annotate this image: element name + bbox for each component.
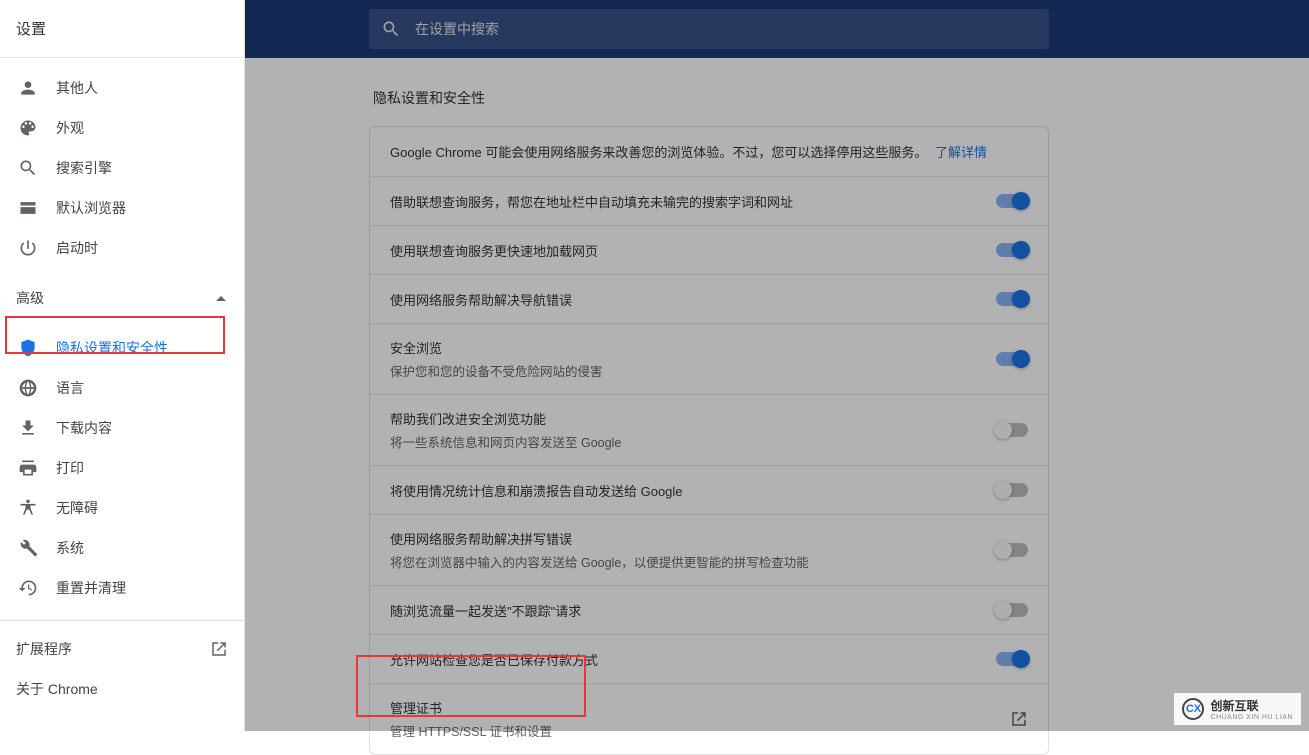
shield-icon xyxy=(16,336,40,360)
row-title: Google Chrome 可能会使用网络服务来改善您的浏览体验。不过，您可以选… xyxy=(390,145,927,160)
sidebar-item-accessibility[interactable]: 无障碍 xyxy=(0,488,244,528)
sidebar-item-label: 隐私设置和安全性 xyxy=(56,338,168,358)
sidebar-item-label: 启动时 xyxy=(56,238,98,258)
sidebar-item-label: 默认浏览器 xyxy=(56,198,126,218)
row-spellcheck[interactable]: 使用网络服务帮助解决拼写错误 将您在浏览器中输入的内容发送给 Google，以便… xyxy=(370,514,1048,585)
row-title: 使用联想查询服务更快速地加载网页 xyxy=(390,241,976,260)
sidebar-item-language[interactable]: 语言 xyxy=(0,368,244,408)
sidebar-divider xyxy=(0,620,244,621)
row-title: 帮助我们改进安全浏览功能 xyxy=(390,409,976,428)
search-input[interactable] xyxy=(415,21,1037,37)
toggle-switch[interactable] xyxy=(996,352,1028,366)
row-autocomplete[interactable]: 借助联想查询服务，帮您在地址栏中自动填充未输完的搜索字词和网址 xyxy=(370,176,1048,225)
row-title: 使用网络服务帮助解决拼写错误 xyxy=(390,529,976,548)
row-subtitle: 将您在浏览器中输入的内容发送给 Google，以便提供更智能的拼写检查功能 xyxy=(390,552,976,571)
row-safe-browsing[interactable]: 安全浏览 保护您和您的设备不受危险网站的侵害 xyxy=(370,323,1048,394)
row-title: 允许网站检查您是否已保存付款方式 xyxy=(390,650,976,669)
toggle-switch[interactable] xyxy=(996,292,1028,306)
sidebar-advanced-toggle[interactable]: 高级 xyxy=(0,278,244,318)
person-icon xyxy=(16,76,40,100)
toggle-switch[interactable] xyxy=(996,603,1028,617)
sidebar-advanced-label: 高级 xyxy=(16,288,44,308)
print-icon xyxy=(16,456,40,480)
row-title: 管理证书 xyxy=(390,698,990,717)
toggle-switch[interactable] xyxy=(996,543,1028,557)
sidebar-item-label: 其他人 xyxy=(56,78,98,98)
sidebar-item-print[interactable]: 打印 xyxy=(0,448,244,488)
row-subtitle: 将一些系统信息和网页内容发送至 Google xyxy=(390,432,976,451)
toggle-switch[interactable] xyxy=(996,652,1028,666)
sidebar-advanced-list: 隐私设置和安全性 语言 下载内容 打印 无障碍 系统 重置并清理 xyxy=(0,318,244,608)
sidebar-item-label: 重置并清理 xyxy=(56,578,126,598)
sidebar-item-label: 外观 xyxy=(56,118,84,138)
sidebar-item-label: 扩展程序 xyxy=(16,639,72,659)
sidebar-item-label: 打印 xyxy=(56,458,84,478)
chevron-up-icon xyxy=(216,296,226,301)
sidebar-item-label: 系统 xyxy=(56,538,84,558)
browser-icon xyxy=(16,196,40,220)
row-text: Google Chrome 可能会使用网络服务来改善您的浏览体验。不过，您可以选… xyxy=(390,142,1028,161)
sidebar-item-label: 搜索引擎 xyxy=(56,158,112,178)
row-improve-safe-browsing[interactable]: 帮助我们改进安全浏览功能 将一些系统信息和网页内容发送至 Google xyxy=(370,394,1048,465)
row-title: 安全浏览 xyxy=(390,338,976,357)
sidebar-item-appearance[interactable]: 外观 xyxy=(0,108,244,148)
sidebar-item-label: 关于 Chrome xyxy=(16,679,98,699)
sidebar-item-label: 下载内容 xyxy=(56,418,112,438)
watermark-brand: 创新互联 xyxy=(1210,697,1293,714)
row-subtitle: 保护您和您的设备不受危险网站的侵害 xyxy=(390,361,976,380)
toggle-switch[interactable] xyxy=(996,243,1028,257)
sidebar-item-extensions[interactable]: 扩展程序 xyxy=(0,629,244,669)
sidebar-item-privacy[interactable]: 隐私设置和安全性 xyxy=(0,328,244,368)
row-title: 将使用情况统计信息和崩溃报告自动发送给 Google xyxy=(390,481,976,500)
sidebar-title: 设置 xyxy=(0,0,244,58)
row-intro: Google Chrome 可能会使用网络服务来改善您的浏览体验。不过，您可以选… xyxy=(370,127,1048,176)
toggle-switch[interactable] xyxy=(996,423,1028,437)
row-nav-error[interactable]: 使用网络服务帮助解决导航错误 xyxy=(370,274,1048,323)
toggle-switch[interactable] xyxy=(996,483,1028,497)
globe-icon xyxy=(16,376,40,400)
watermark-sub: CHUANG XIN HU LIAN xyxy=(1210,714,1293,721)
wrench-icon xyxy=(16,536,40,560)
search-icon xyxy=(381,19,401,39)
sidebar-item-system[interactable]: 系统 xyxy=(0,528,244,568)
topbar xyxy=(245,0,1309,58)
content: 隐私设置和安全性 Google Chrome 可能会使用网络服务来改善您的浏览体… xyxy=(245,58,1309,755)
sidebar-item-reset[interactable]: 重置并清理 xyxy=(0,568,244,608)
open-external-icon xyxy=(210,640,228,658)
palette-icon xyxy=(16,116,40,140)
sidebar-item-search-engine[interactable]: 搜索引擎 xyxy=(0,148,244,188)
restore-icon xyxy=(16,576,40,600)
row-title: 随浏览流量一起发送"不跟踪"请求 xyxy=(390,601,976,620)
row-title: 借助联想查询服务，帮您在地址栏中自动填充未输完的搜索字词和网址 xyxy=(390,192,976,211)
sidebar-item-default-browser[interactable]: 默认浏览器 xyxy=(0,188,244,228)
section-title: 隐私设置和安全性 xyxy=(369,88,1309,108)
power-icon xyxy=(16,236,40,260)
sidebar: 设置 其他人 外观 搜索引擎 默认浏览器 启动时 高级 隐私设置和安全性 xyxy=(0,0,245,731)
learn-more-link[interactable]: 了解详情 xyxy=(935,145,987,160)
sidebar-item-people[interactable]: 其他人 xyxy=(0,68,244,108)
sidebar-item-label: 无障碍 xyxy=(56,498,98,518)
row-usage-stats[interactable]: 将使用情况统计信息和崩溃报告自动发送给 Google xyxy=(370,465,1048,514)
download-icon xyxy=(16,416,40,440)
row-title: 使用网络服务帮助解决导航错误 xyxy=(390,290,976,309)
search-icon xyxy=(16,156,40,180)
settings-card: Google Chrome 可能会使用网络服务来改善您的浏览体验。不过，您可以选… xyxy=(369,126,1049,755)
row-payment-check[interactable]: 允许网站检查您是否已保存付款方式 xyxy=(370,634,1048,683)
row-prefetch[interactable]: 使用联想查询服务更快速地加载网页 xyxy=(370,225,1048,274)
sidebar-item-on-startup[interactable]: 启动时 xyxy=(0,228,244,268)
sidebar-item-about[interactable]: 关于 Chrome xyxy=(0,669,244,709)
toggle-switch[interactable] xyxy=(996,194,1028,208)
sidebar-item-downloads[interactable]: 下载内容 xyxy=(0,408,244,448)
open-external-icon xyxy=(1010,710,1028,728)
watermark: CX 创新互联 CHUANG XIN HU LIAN xyxy=(1174,693,1301,725)
sidebar-basic-list: 其他人 外观 搜索引擎 默认浏览器 启动时 xyxy=(0,58,244,268)
watermark-logo: CX xyxy=(1182,698,1204,720)
row-do-not-track[interactable]: 随浏览流量一起发送"不跟踪"请求 xyxy=(370,585,1048,634)
search-box[interactable] xyxy=(369,9,1049,49)
row-manage-certs[interactable]: 管理证书 管理 HTTPS/SSL 证书和设置 xyxy=(370,683,1048,754)
sidebar-item-label: 语言 xyxy=(56,378,84,398)
main-area: 隐私设置和安全性 Google Chrome 可能会使用网络服务来改善您的浏览体… xyxy=(245,0,1309,731)
accessibility-icon xyxy=(16,496,40,520)
